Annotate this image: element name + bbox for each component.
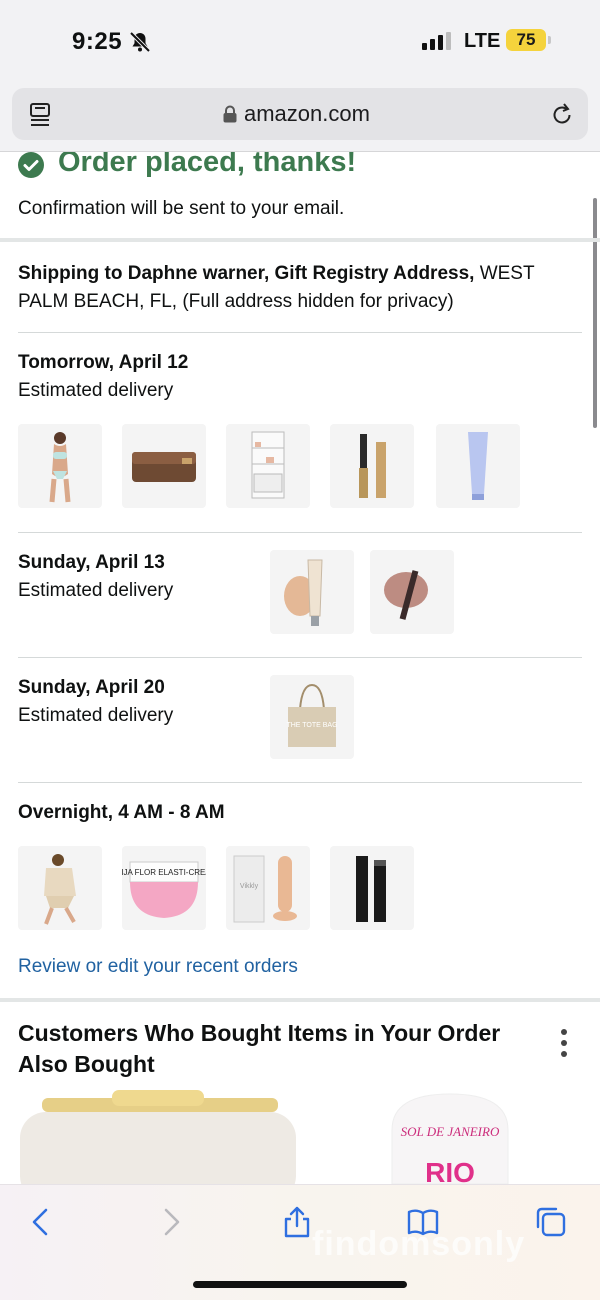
product-image [359, 434, 386, 498]
product-image [356, 856, 386, 922]
delivery-group-title: Sunday, April 20 [18, 677, 165, 698]
battery-cap [548, 36, 551, 44]
tabs-icon[interactable] [534, 1205, 568, 1239]
delivery-group-title: Tomorrow, April 12 [18, 352, 189, 373]
forward-icon[interactable] [154, 1205, 188, 1239]
shipping-label: Shipping to Daphne warner, Gift Registry… [18, 263, 475, 284]
beija-flor-text: BEIJA FLOR ELASTI-CREAM [122, 868, 206, 877]
battery-level: 75 [506, 29, 546, 51]
product-thumb-wallet[interactable] [122, 424, 206, 508]
product-image [251, 431, 285, 499]
rio-text: RIO [425, 1157, 475, 1184]
divider [18, 332, 582, 333]
divider [18, 532, 582, 533]
bell-slash-icon [129, 31, 151, 53]
check-circle-icon [18, 152, 44, 178]
product-thumb-cc-cream[interactable] [270, 550, 354, 634]
product-thumb-tote-bag[interactable]: THE TOTE BAG [270, 675, 354, 759]
more-options-icon[interactable] [560, 1028, 568, 1058]
product-image: BEIJA FLOR ELASTI-CREAM [111, 861, 218, 918]
divider [18, 657, 582, 658]
status-bar: 9:25 LTE 75 [0, 0, 600, 80]
scroll-indicator[interactable] [593, 198, 597, 428]
product-image [384, 570, 428, 620]
confirmation-text: Confirmation will be sent to your email. [18, 198, 345, 219]
delivery-group-subtitle: Estimated delivery [18, 705, 174, 726]
watermark: findomsonly [312, 1225, 526, 1263]
product-image: THE TOTE BAG [286, 683, 338, 747]
review-orders-link[interactable]: Review or edit your recent orders [18, 956, 298, 978]
browser-toolbar: findomsonly [0, 1184, 600, 1300]
also-bought-title: Customers Who Bought Items in Your Order… [18, 1020, 501, 1077]
address-bar[interactable]: amazon.com [12, 88, 588, 140]
product-image [132, 452, 196, 482]
delivery-group-subtitle: Estimated delivery [18, 380, 174, 401]
product-thumb-organizer[interactable] [226, 424, 310, 508]
status-time: 9:25 [72, 28, 123, 55]
browser-url-area: amazon.com [0, 80, 600, 152]
share-icon[interactable] [280, 1205, 314, 1239]
recommended-product-candle[interactable] [18, 1088, 298, 1184]
product-image: Vikkly [233, 855, 297, 923]
product-image [284, 559, 323, 626]
divider [18, 782, 582, 783]
lock-icon [223, 105, 237, 123]
product-thumb-tube-lavender[interactable] [436, 424, 520, 508]
signal-icon [422, 32, 451, 50]
back-icon[interactable] [24, 1205, 58, 1239]
delivery-group-title: Overnight, 4 AM - 8 AM [18, 802, 225, 823]
home-indicator [193, 1281, 407, 1288]
delivery-group-title: Sunday, April 13 [18, 552, 165, 573]
product-image [49, 432, 71, 503]
reload-icon[interactable] [550, 101, 574, 127]
product-image [44, 854, 76, 925]
vikkly-text: Vikkly [240, 883, 259, 890]
product-thumb-body-cream[interactable]: BEIJA FLOR ELASTI-CREAM [111, 846, 218, 930]
page-content: Order placed, thanks! Confirmation will … [0, 152, 600, 1184]
sol-de-janeiro-text: SOL DE JANEIRO [401, 1124, 500, 1139]
product-image [468, 432, 488, 500]
product-thumb-eye-shadow-stick[interactable] [370, 550, 454, 634]
section-divider [0, 998, 600, 1002]
order-title: Order placed, thanks! [58, 152, 357, 178]
tote-bag-text: THE TOTE BAG [286, 722, 337, 729]
section-divider [0, 238, 600, 242]
shipping-address: Shipping to Daphne warner, Gift Registry… [18, 260, 584, 316]
product-thumb-mascara-black[interactable] [330, 846, 414, 930]
product-thumb-pajamas[interactable] [18, 846, 102, 930]
product-thumb-boxed-item[interactable]: Vikkly [226, 846, 310, 930]
url-text[interactable]: amazon.com [244, 101, 370, 127]
delivery-group-subtitle: Estimated delivery [18, 580, 174, 601]
recommended-product-sunscreen[interactable]: SOL DE JANEIRO RIO [388, 1090, 512, 1184]
reader-mode-icon[interactable] [28, 102, 52, 128]
product-thumb-bikini[interactable] [18, 424, 102, 508]
product-thumb-mascara-gold[interactable] [330, 424, 414, 508]
network-type: LTE [464, 30, 501, 52]
